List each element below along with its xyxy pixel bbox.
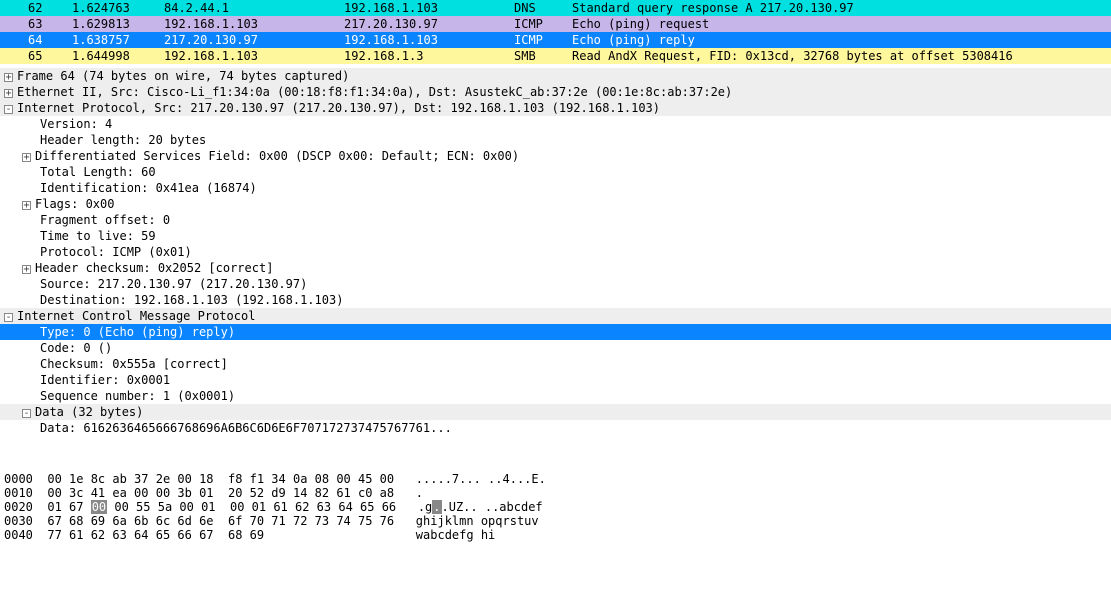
hex-row[interactable]: 0020 01 67 00 00 55 5a 00 01 00 01 61 62… [0,500,1111,514]
tree-ip-flags[interactable]: +Flags: 0x00 [0,196,1111,212]
col-proto: DNS [514,0,572,16]
tree-ip-id[interactable]: Identification: 0x41ea (16874) [0,180,1111,196]
col-proto: ICMP [514,32,572,48]
col-src: 192.168.1.103 [164,16,344,32]
selected-ascii: . [432,500,441,514]
expand-icon[interactable]: + [4,89,13,98]
packet-row[interactable]: 651.644998192.168.1.103192.168.1.3SMBRea… [0,48,1111,64]
col-proto: SMB [514,48,572,64]
col-time: 1.629813 [72,16,164,32]
collapse-icon[interactable]: - [22,409,31,418]
tree-icmp[interactable]: -Internet Control Message Protocol [0,308,1111,324]
tree-ip-src[interactable]: Source: 217.20.130.97 (217.20.130.97) [0,276,1111,292]
tree-ethernet[interactable]: +Ethernet II, Src: Cisco-Li_f1:34:0a (00… [0,84,1111,100]
expand-icon[interactable]: + [22,201,31,210]
expand-icon[interactable]: + [4,73,13,82]
hex-row[interactable]: 0030 67 68 69 6a 6b 6c 6d 6e 6f 70 71 72… [0,514,1111,528]
packet-details[interactable]: +Frame 64 (74 bytes on wire, 74 bytes ca… [0,64,1111,436]
col-info: Echo (ping) reply [572,32,1111,48]
tree-ip-dsf[interactable]: +Differentiated Services Field: 0x00 (DS… [0,148,1111,164]
tree-ip-version[interactable]: Version: 4 [0,116,1111,132]
col-dst: 192.168.1.3 [344,48,514,64]
tree-ip-dst[interactable]: Destination: 192.168.1.103 (192.168.1.10… [0,292,1111,308]
packet-list[interactable]: 621.62476384.2.44.1192.168.1.103DNSStand… [0,0,1111,64]
col-dst: 217.20.130.97 [344,16,514,32]
col-time: 1.624763 [72,0,164,16]
selected-byte: 00 [91,500,107,514]
hex-row[interactable]: 0000 00 1e 8c ab 37 2e 00 18 f8 f1 34 0a… [0,472,1111,486]
tree-icmp-code[interactable]: Code: 0 () [0,340,1111,356]
tree-data[interactable]: -Data (32 bytes) [0,404,1111,420]
packet-row[interactable]: 621.62476384.2.44.1192.168.1.103DNSStand… [0,0,1111,16]
col-no: 65 [0,48,72,64]
pane-separator[interactable] [0,436,1111,470]
tree-frame[interactable]: +Frame 64 (74 bytes on wire, 74 bytes ca… [0,68,1111,84]
tree-ip[interactable]: -Internet Protocol, Src: 217.20.130.97 (… [0,100,1111,116]
col-info: Echo (ping) request [572,16,1111,32]
expand-icon[interactable]: + [22,265,31,274]
packet-row[interactable]: 641.638757217.20.130.97192.168.1.103ICMP… [0,32,1111,48]
col-src: 192.168.1.103 [164,48,344,64]
tree-icmp-seq[interactable]: Sequence number: 1 (0x0001) [0,388,1111,404]
tree-ip-proto[interactable]: Protocol: ICMP (0x01) [0,244,1111,260]
collapse-icon[interactable]: - [4,105,13,114]
tree-ip-tlen[interactable]: Total Length: 60 [0,164,1111,180]
col-src: 217.20.130.97 [164,32,344,48]
col-no: 64 [0,32,72,48]
col-time: 1.638757 [72,32,164,48]
col-dst: 192.168.1.103 [344,0,514,16]
tree-ip-chk[interactable]: +Header checksum: 0x2052 [correct] [0,260,1111,276]
expand-icon[interactable]: + [22,153,31,162]
col-proto: ICMP [514,16,572,32]
hex-row[interactable]: 0010 00 3c 41 ea 00 00 3b 01 20 52 d9 14… [0,486,1111,500]
tree-ip-ttl[interactable]: Time to live: 59 [0,228,1111,244]
tree-icmp-id[interactable]: Identifier: 0x0001 [0,372,1111,388]
tree-ip-frag[interactable]: Fragment offset: 0 [0,212,1111,228]
packet-row[interactable]: 631.629813192.168.1.103217.20.130.97ICMP… [0,16,1111,32]
collapse-icon[interactable]: - [4,313,13,322]
tree-icmp-type[interactable]: Type: 0 (Echo (ping) reply) [0,324,1111,340]
hex-dump[interactable]: 0000 00 1e 8c ab 37 2e 00 18 f8 f1 34 0a… [0,470,1111,542]
col-no: 63 [0,16,72,32]
col-no: 62 [0,0,72,16]
tree-icmp-chk[interactable]: Checksum: 0x555a [correct] [0,356,1111,372]
tree-data-bytes[interactable]: Data: 6162636465666768696A6B6C6D6E6F7071… [0,420,1111,436]
hex-row[interactable]: 0040 77 61 62 63 64 65 66 67 68 69 wabcd… [0,528,1111,542]
tree-ip-hlen[interactable]: Header length: 20 bytes [0,132,1111,148]
col-info: Standard query response A 217.20.130.97 [572,0,1111,16]
col-dst: 192.168.1.103 [344,32,514,48]
col-info: Read AndX Request, FID: 0x13cd, 32768 by… [572,48,1111,64]
col-src: 84.2.44.1 [164,0,344,16]
col-time: 1.644998 [72,48,164,64]
